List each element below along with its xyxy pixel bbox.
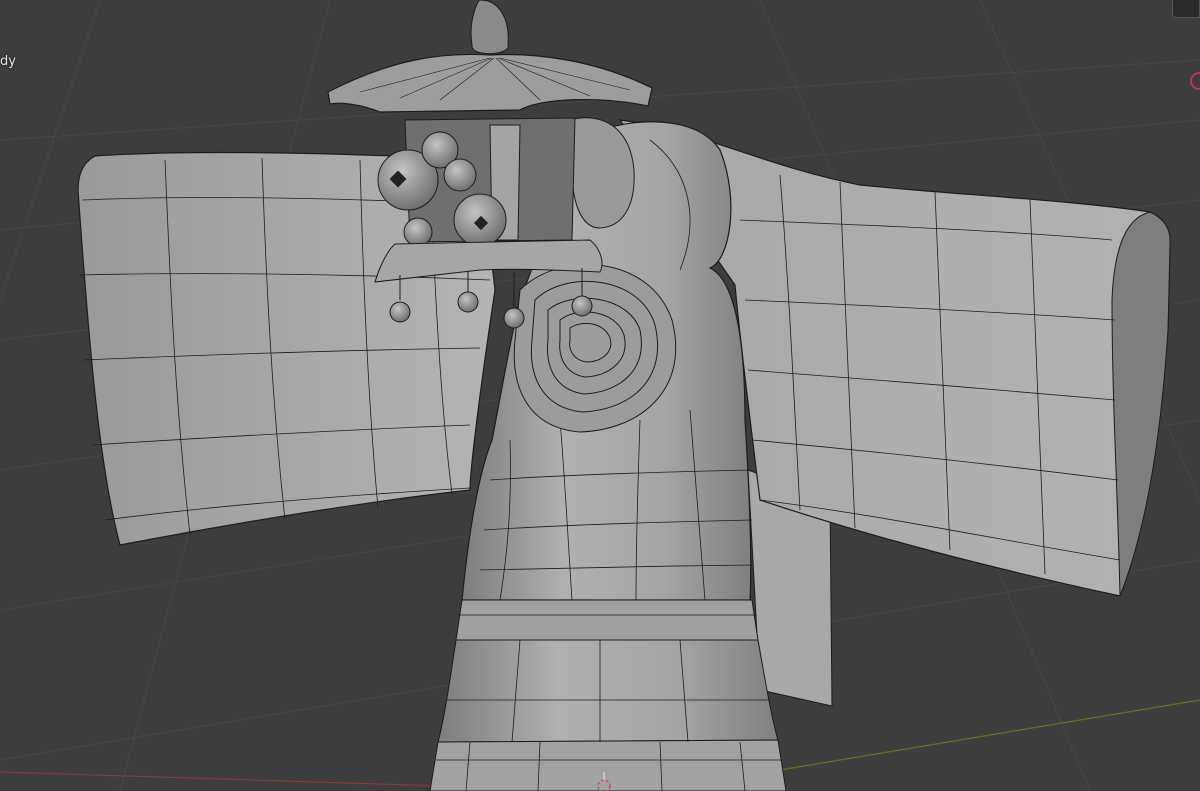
y-axis-line	[779, 699, 1200, 771]
viewport-header-text: dy	[0, 54, 16, 69]
robe-hem	[429, 599, 787, 791]
navigation-gizmo-icon[interactable]	[1172, 0, 1200, 18]
ornament-ball	[443, 158, 477, 192]
ornament-ball	[403, 217, 433, 247]
3d-viewport[interactable]: dy	[0, 0, 1200, 791]
viewport-scene[interactable]	[0, 0, 1200, 791]
